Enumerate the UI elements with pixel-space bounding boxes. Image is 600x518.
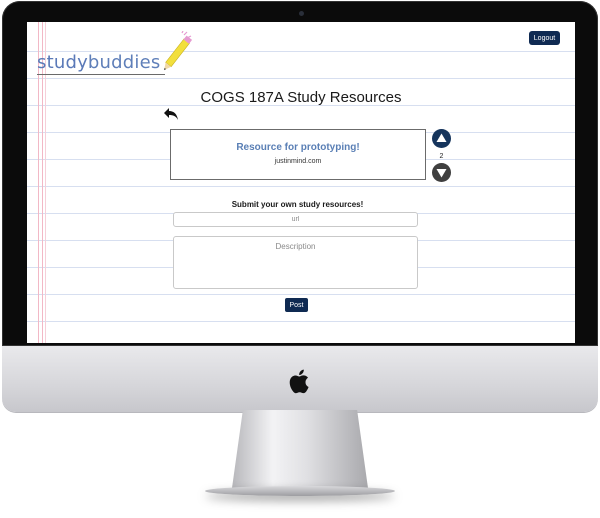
apple-logo-icon: [289, 369, 309, 394]
vote-count: 2: [439, 153, 444, 160]
resource-title[interactable]: Resource for prototyping!: [171, 142, 425, 153]
back-arrow-icon[interactable]: [163, 107, 179, 121]
upvote-button[interactable]: [432, 129, 451, 148]
monitor-stand-base: [205, 486, 395, 496]
url-input[interactable]: [173, 212, 418, 227]
downvote-button[interactable]: [432, 163, 451, 182]
logout-button[interactable]: Logout: [529, 31, 560, 45]
resource-url[interactable]: justinmind.com: [171, 158, 425, 165]
logo-text-study: study: [37, 52, 88, 73]
page-title: COGS 187A Study Resources: [200, 89, 402, 106]
description-input[interactable]: [173, 236, 418, 289]
logo-underline: [37, 74, 165, 75]
post-button[interactable]: Post: [285, 298, 308, 312]
pencil-icon: [164, 31, 193, 71]
monitor-stand: [232, 410, 368, 488]
monitor-bezel: studybuddies Logout COGS 187A Study Reso…: [2, 1, 598, 346]
logo-text-buddies: buddies: [87, 52, 161, 73]
downvote-icon: [436, 169, 447, 178]
submit-heading: Submit your own study resources!: [231, 200, 364, 209]
app-screen: studybuddies Logout COGS 187A Study Reso…: [27, 22, 575, 343]
upvote-icon: [436, 133, 447, 142]
resource-card[interactable]: Resource for prototyping! justinmind.com: [170, 129, 426, 180]
camera-dot: [299, 11, 304, 16]
